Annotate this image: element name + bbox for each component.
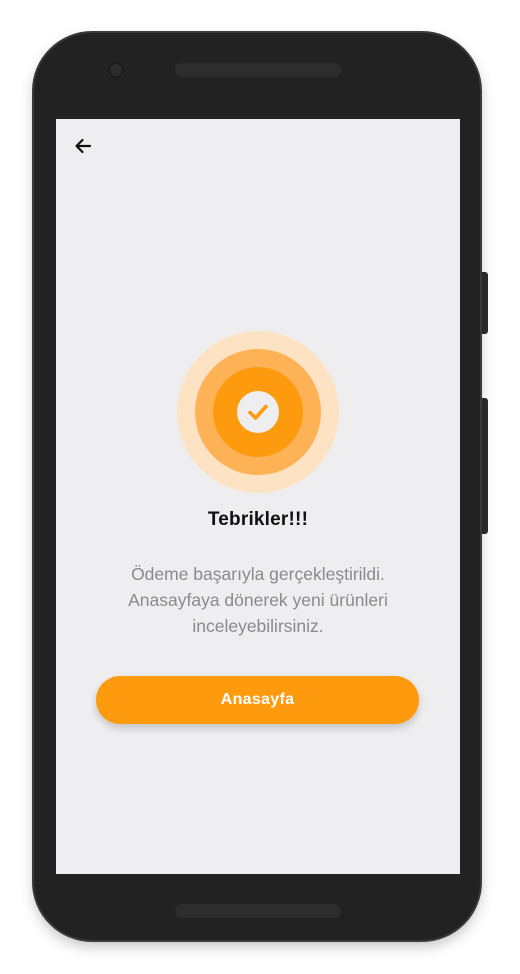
message-line: inceleyebilirsiniz. xyxy=(192,616,324,636)
app-screen: Tebrikler!!! Ödeme başarıyla gerçekleşti… xyxy=(56,119,460,874)
check-icon xyxy=(248,404,268,420)
message-line: Anasayfaya dönerek yeni ürünleri xyxy=(128,590,388,610)
success-badge-core xyxy=(213,367,303,457)
power-button xyxy=(480,272,488,334)
success-message: Ödeme başarıyla gerçekleştirildi. Anasay… xyxy=(100,561,416,639)
device-stage: Tebrikler!!! Ödeme başarıyla gerçekleşti… xyxy=(0,0,520,974)
front-camera xyxy=(108,62,124,78)
bottom-speaker xyxy=(175,904,341,918)
arrow-left-icon xyxy=(75,138,92,154)
earpiece-speaker xyxy=(175,63,341,77)
back-button[interactable] xyxy=(70,133,96,159)
check-circle xyxy=(237,391,279,433)
success-badge-ring xyxy=(195,349,321,475)
success-badge xyxy=(177,331,339,493)
home-button[interactable]: Anasayfa xyxy=(96,676,419,724)
success-title: Tebrikler!!! xyxy=(207,509,309,530)
message-line: Ödeme başarıyla gerçekleştirildi. xyxy=(131,564,385,584)
volume-button xyxy=(480,398,488,534)
